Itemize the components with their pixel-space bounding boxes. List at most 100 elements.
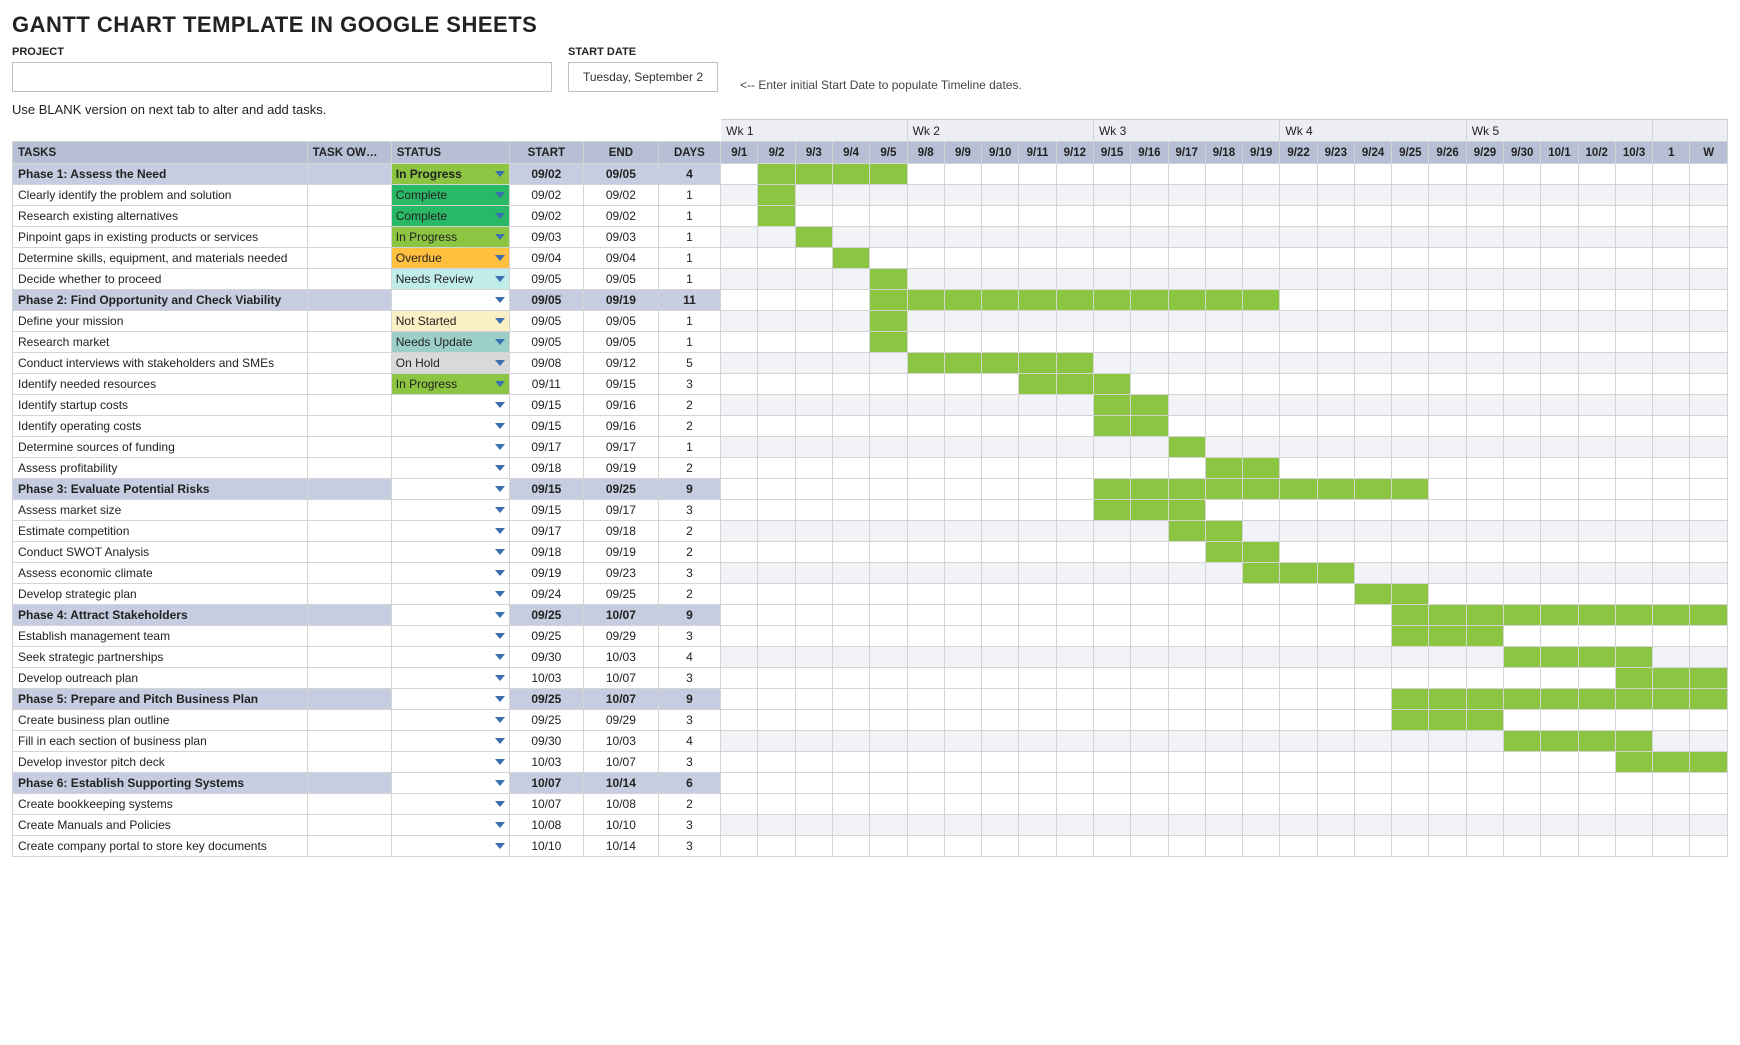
cell-end[interactable]: 10/14 <box>584 773 659 794</box>
task-name[interactable]: Seek strategic partnerships <box>13 647 308 668</box>
cell-days[interactable]: 3 <box>658 710 721 731</box>
status-dropdown[interactable] <box>391 563 509 584</box>
task-owner[interactable] <box>307 374 391 395</box>
task-name[interactable]: Assess profitability <box>13 458 308 479</box>
task-owner[interactable] <box>307 290 391 311</box>
task-name[interactable]: Define your mission <box>13 311 308 332</box>
phase-row[interactable]: Phase 2: Find Opportunity and Check Viab… <box>13 290 1728 311</box>
cell-days[interactable]: 1 <box>658 311 721 332</box>
task-row[interactable]: Identify operating costs09/1509/162 <box>13 416 1728 437</box>
cell-end[interactable]: 10/07 <box>584 605 659 626</box>
task-owner[interactable] <box>307 521 391 542</box>
cell-start[interactable]: 09/08 <box>509 353 584 374</box>
task-name[interactable]: Determine skills, equipment, and materia… <box>13 248 308 269</box>
status-dropdown[interactable] <box>391 479 509 500</box>
task-name[interactable]: Develop outreach plan <box>13 668 308 689</box>
status-dropdown[interactable] <box>391 458 509 479</box>
task-name[interactable]: Develop strategic plan <box>13 584 308 605</box>
cell-days[interactable]: 4 <box>658 731 721 752</box>
phase-row[interactable]: Phase 3: Evaluate Potential Risks09/1509… <box>13 479 1728 500</box>
status-dropdown[interactable] <box>391 605 509 626</box>
cell-start[interactable]: 09/03 <box>509 227 584 248</box>
cell-days[interactable]: 4 <box>658 647 721 668</box>
cell-end[interactable]: 10/07 <box>584 689 659 710</box>
cell-days[interactable]: 5 <box>658 353 721 374</box>
task-name[interactable]: Create company portal to store key docum… <box>13 836 308 857</box>
status-dropdown[interactable] <box>391 416 509 437</box>
task-row[interactable]: Establish management team09/2509/293 <box>13 626 1728 647</box>
task-name[interactable]: Clearly identify the problem and solutio… <box>13 185 308 206</box>
task-owner[interactable] <box>307 773 391 794</box>
cell-start[interactable]: 10/03 <box>509 668 584 689</box>
cell-start[interactable]: 09/18 <box>509 458 584 479</box>
task-owner[interactable] <box>307 542 391 563</box>
status-dropdown[interactable]: Not Started <box>391 311 509 332</box>
cell-start[interactable]: 09/02 <box>509 185 584 206</box>
cell-days[interactable]: 2 <box>658 584 721 605</box>
task-name[interactable]: Phase 3: Evaluate Potential Risks <box>13 479 308 500</box>
cell-end[interactable]: 10/10 <box>584 815 659 836</box>
task-owner[interactable] <box>307 794 391 815</box>
cell-days[interactable]: 3 <box>658 752 721 773</box>
status-dropdown[interactable] <box>391 395 509 416</box>
cell-days[interactable]: 1 <box>658 185 721 206</box>
task-owner[interactable] <box>307 647 391 668</box>
cell-days[interactable]: 3 <box>658 563 721 584</box>
status-dropdown[interactable] <box>391 500 509 521</box>
cell-days[interactable]: 9 <box>658 689 721 710</box>
cell-days[interactable]: 2 <box>658 458 721 479</box>
task-owner[interactable] <box>307 626 391 647</box>
status-dropdown[interactable] <box>391 584 509 605</box>
task-name[interactable]: Phase 2: Find Opportunity and Check Viab… <box>13 290 308 311</box>
cell-start[interactable]: 09/05 <box>509 269 584 290</box>
task-row[interactable]: Define your missionNot Started09/0509/05… <box>13 311 1728 332</box>
cell-end[interactable]: 09/17 <box>584 500 659 521</box>
task-row[interactable]: Pinpoint gaps in existing products or se… <box>13 227 1728 248</box>
cell-start[interactable]: 09/25 <box>509 605 584 626</box>
status-dropdown[interactable]: Needs Review <box>391 269 509 290</box>
task-row[interactable]: Clearly identify the problem and solutio… <box>13 185 1728 206</box>
cell-end[interactable]: 09/19 <box>584 290 659 311</box>
task-row[interactable]: Create bookkeeping systems10/0710/082 <box>13 794 1728 815</box>
task-name[interactable]: Establish management team <box>13 626 308 647</box>
cell-start[interactable]: 10/03 <box>509 752 584 773</box>
status-dropdown[interactable] <box>391 773 509 794</box>
cell-end[interactable]: 09/18 <box>584 521 659 542</box>
task-name[interactable]: Conduct interviews with stakeholders and… <box>13 353 308 374</box>
cell-end[interactable]: 09/23 <box>584 563 659 584</box>
task-name[interactable]: Assess economic climate <box>13 563 308 584</box>
cell-start[interactable]: 09/05 <box>509 332 584 353</box>
task-row[interactable]: Identify needed resourcesIn Progress09/1… <box>13 374 1728 395</box>
cell-start[interactable]: 09/25 <box>509 626 584 647</box>
task-row[interactable]: Conduct interviews with stakeholders and… <box>13 353 1728 374</box>
cell-start[interactable]: 09/02 <box>509 164 584 185</box>
cell-days[interactable]: 3 <box>658 500 721 521</box>
cell-days[interactable]: 2 <box>658 542 721 563</box>
task-row[interactable]: Develop strategic plan09/2409/252 <box>13 584 1728 605</box>
cell-days[interactable]: 2 <box>658 794 721 815</box>
task-row[interactable]: Assess economic climate09/1909/233 <box>13 563 1728 584</box>
status-dropdown[interactable] <box>391 731 509 752</box>
task-owner[interactable] <box>307 416 391 437</box>
cell-start[interactable]: 09/02 <box>509 206 584 227</box>
task-name[interactable]: Research existing alternatives <box>13 206 308 227</box>
cell-start[interactable]: 09/11 <box>509 374 584 395</box>
task-owner[interactable] <box>307 164 391 185</box>
startdate-input[interactable]: Tuesday, September 2 <box>568 62 718 92</box>
task-owner[interactable] <box>307 269 391 290</box>
cell-days[interactable]: 11 <box>658 290 721 311</box>
status-dropdown[interactable] <box>391 542 509 563</box>
task-owner[interactable] <box>307 479 391 500</box>
task-row[interactable]: Conduct SWOT Analysis09/1809/192 <box>13 542 1728 563</box>
task-row[interactable]: Estimate competition09/1709/182 <box>13 521 1728 542</box>
cell-end[interactable]: 09/17 <box>584 437 659 458</box>
cell-end[interactable]: 10/03 <box>584 731 659 752</box>
task-owner[interactable] <box>307 353 391 374</box>
status-dropdown[interactable]: Needs Update <box>391 332 509 353</box>
task-row[interactable]: Seek strategic partnerships09/3010/034 <box>13 647 1728 668</box>
task-name[interactable]: Phase 6: Establish Supporting Systems <box>13 773 308 794</box>
cell-start[interactable]: 09/05 <box>509 311 584 332</box>
cell-start[interactable]: 10/07 <box>509 794 584 815</box>
cell-days[interactable]: 9 <box>658 479 721 500</box>
task-row[interactable]: Assess profitability09/1809/192 <box>13 458 1728 479</box>
